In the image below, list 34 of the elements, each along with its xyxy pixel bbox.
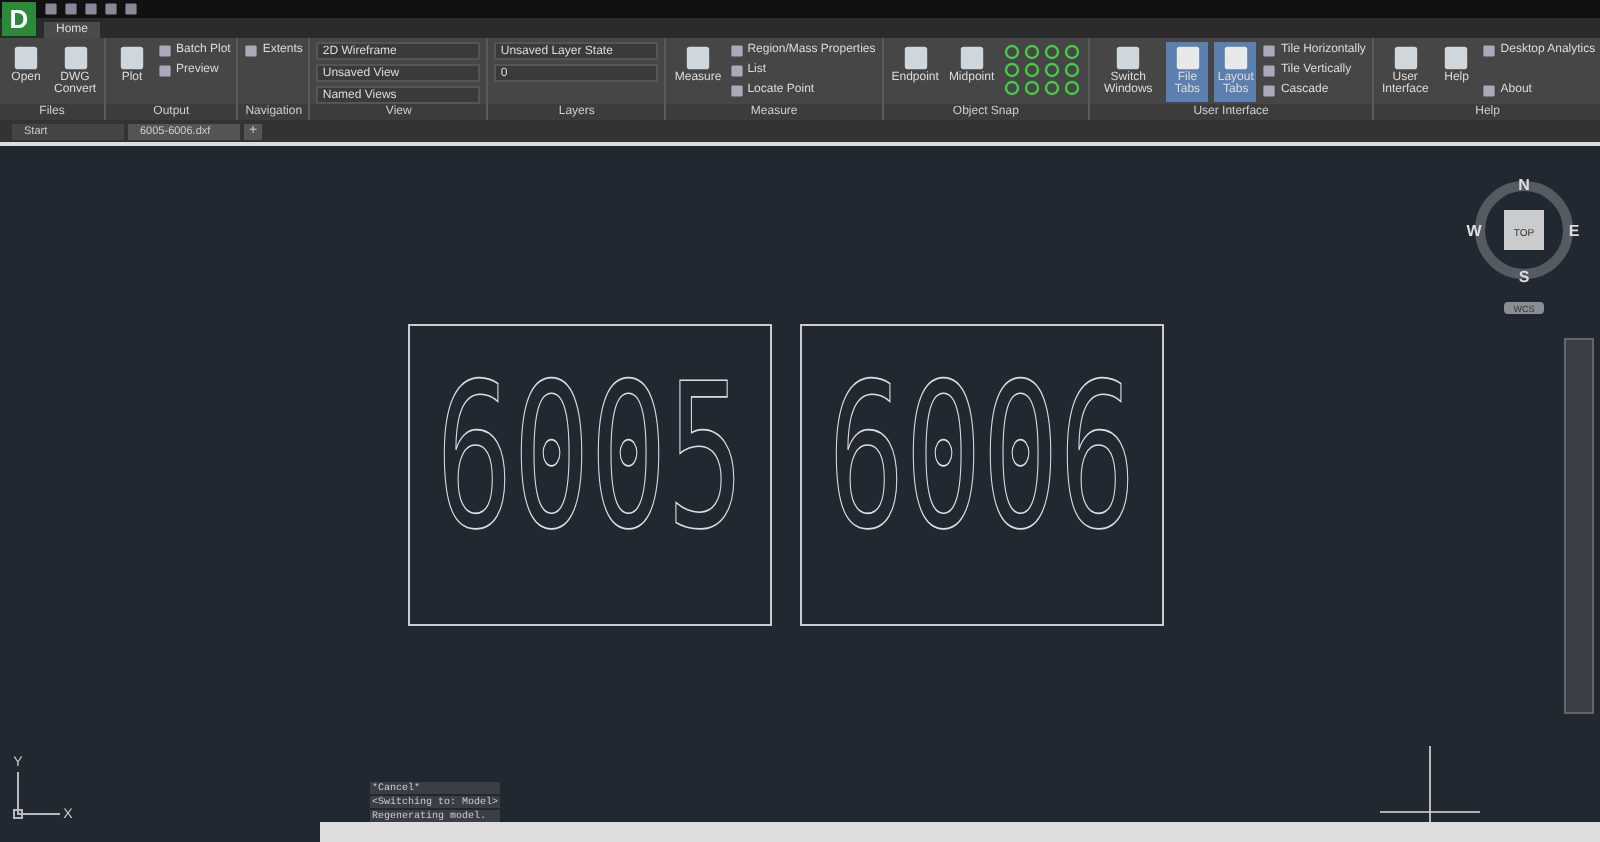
command-line-field[interactable] <box>320 822 1600 842</box>
square-icon <box>729 63 744 77</box>
ucs-badge <box>1504 302 1544 314</box>
square-icon <box>901 44 930 72</box>
snap-icons-drawing <box>1002 42 1083 98</box>
square-icon <box>158 63 172 77</box>
square-icon <box>118 44 146 72</box>
square-icon <box>1442 44 1471 72</box>
square-icon <box>1262 63 1277 77</box>
compass-north: N <box>1518 176 1530 194</box>
compass-west: W <box>1466 222 1482 240</box>
square-icon <box>1221 44 1250 72</box>
square-icon <box>1482 83 1497 97</box>
square-icon <box>1262 43 1277 57</box>
square-icon <box>1262 83 1277 97</box>
square-icon <box>1482 43 1497 57</box>
square-icon <box>1173 44 1202 72</box>
compass-south: S <box>1518 268 1530 286</box>
square-icon <box>1114 44 1143 72</box>
square-icon <box>1391 44 1420 72</box>
square-icon <box>684 44 713 72</box>
viewcube-face <box>1504 210 1544 250</box>
ucs-axes-icon <box>13 771 61 819</box>
square-icon <box>957 44 986 72</box>
outlined-number-text: 6006 <box>827 340 1137 574</box>
outlined-number-text: 6005 <box>435 340 745 574</box>
square-icon <box>729 83 744 97</box>
app-menu-button[interactable]: D <box>2 2 36 36</box>
square-icon <box>12 44 40 72</box>
compass-east: E <box>1568 222 1580 240</box>
square-icon <box>61 44 89 72</box>
square-icon <box>244 43 259 57</box>
square-icon <box>158 43 172 57</box>
square-icon <box>729 43 744 57</box>
